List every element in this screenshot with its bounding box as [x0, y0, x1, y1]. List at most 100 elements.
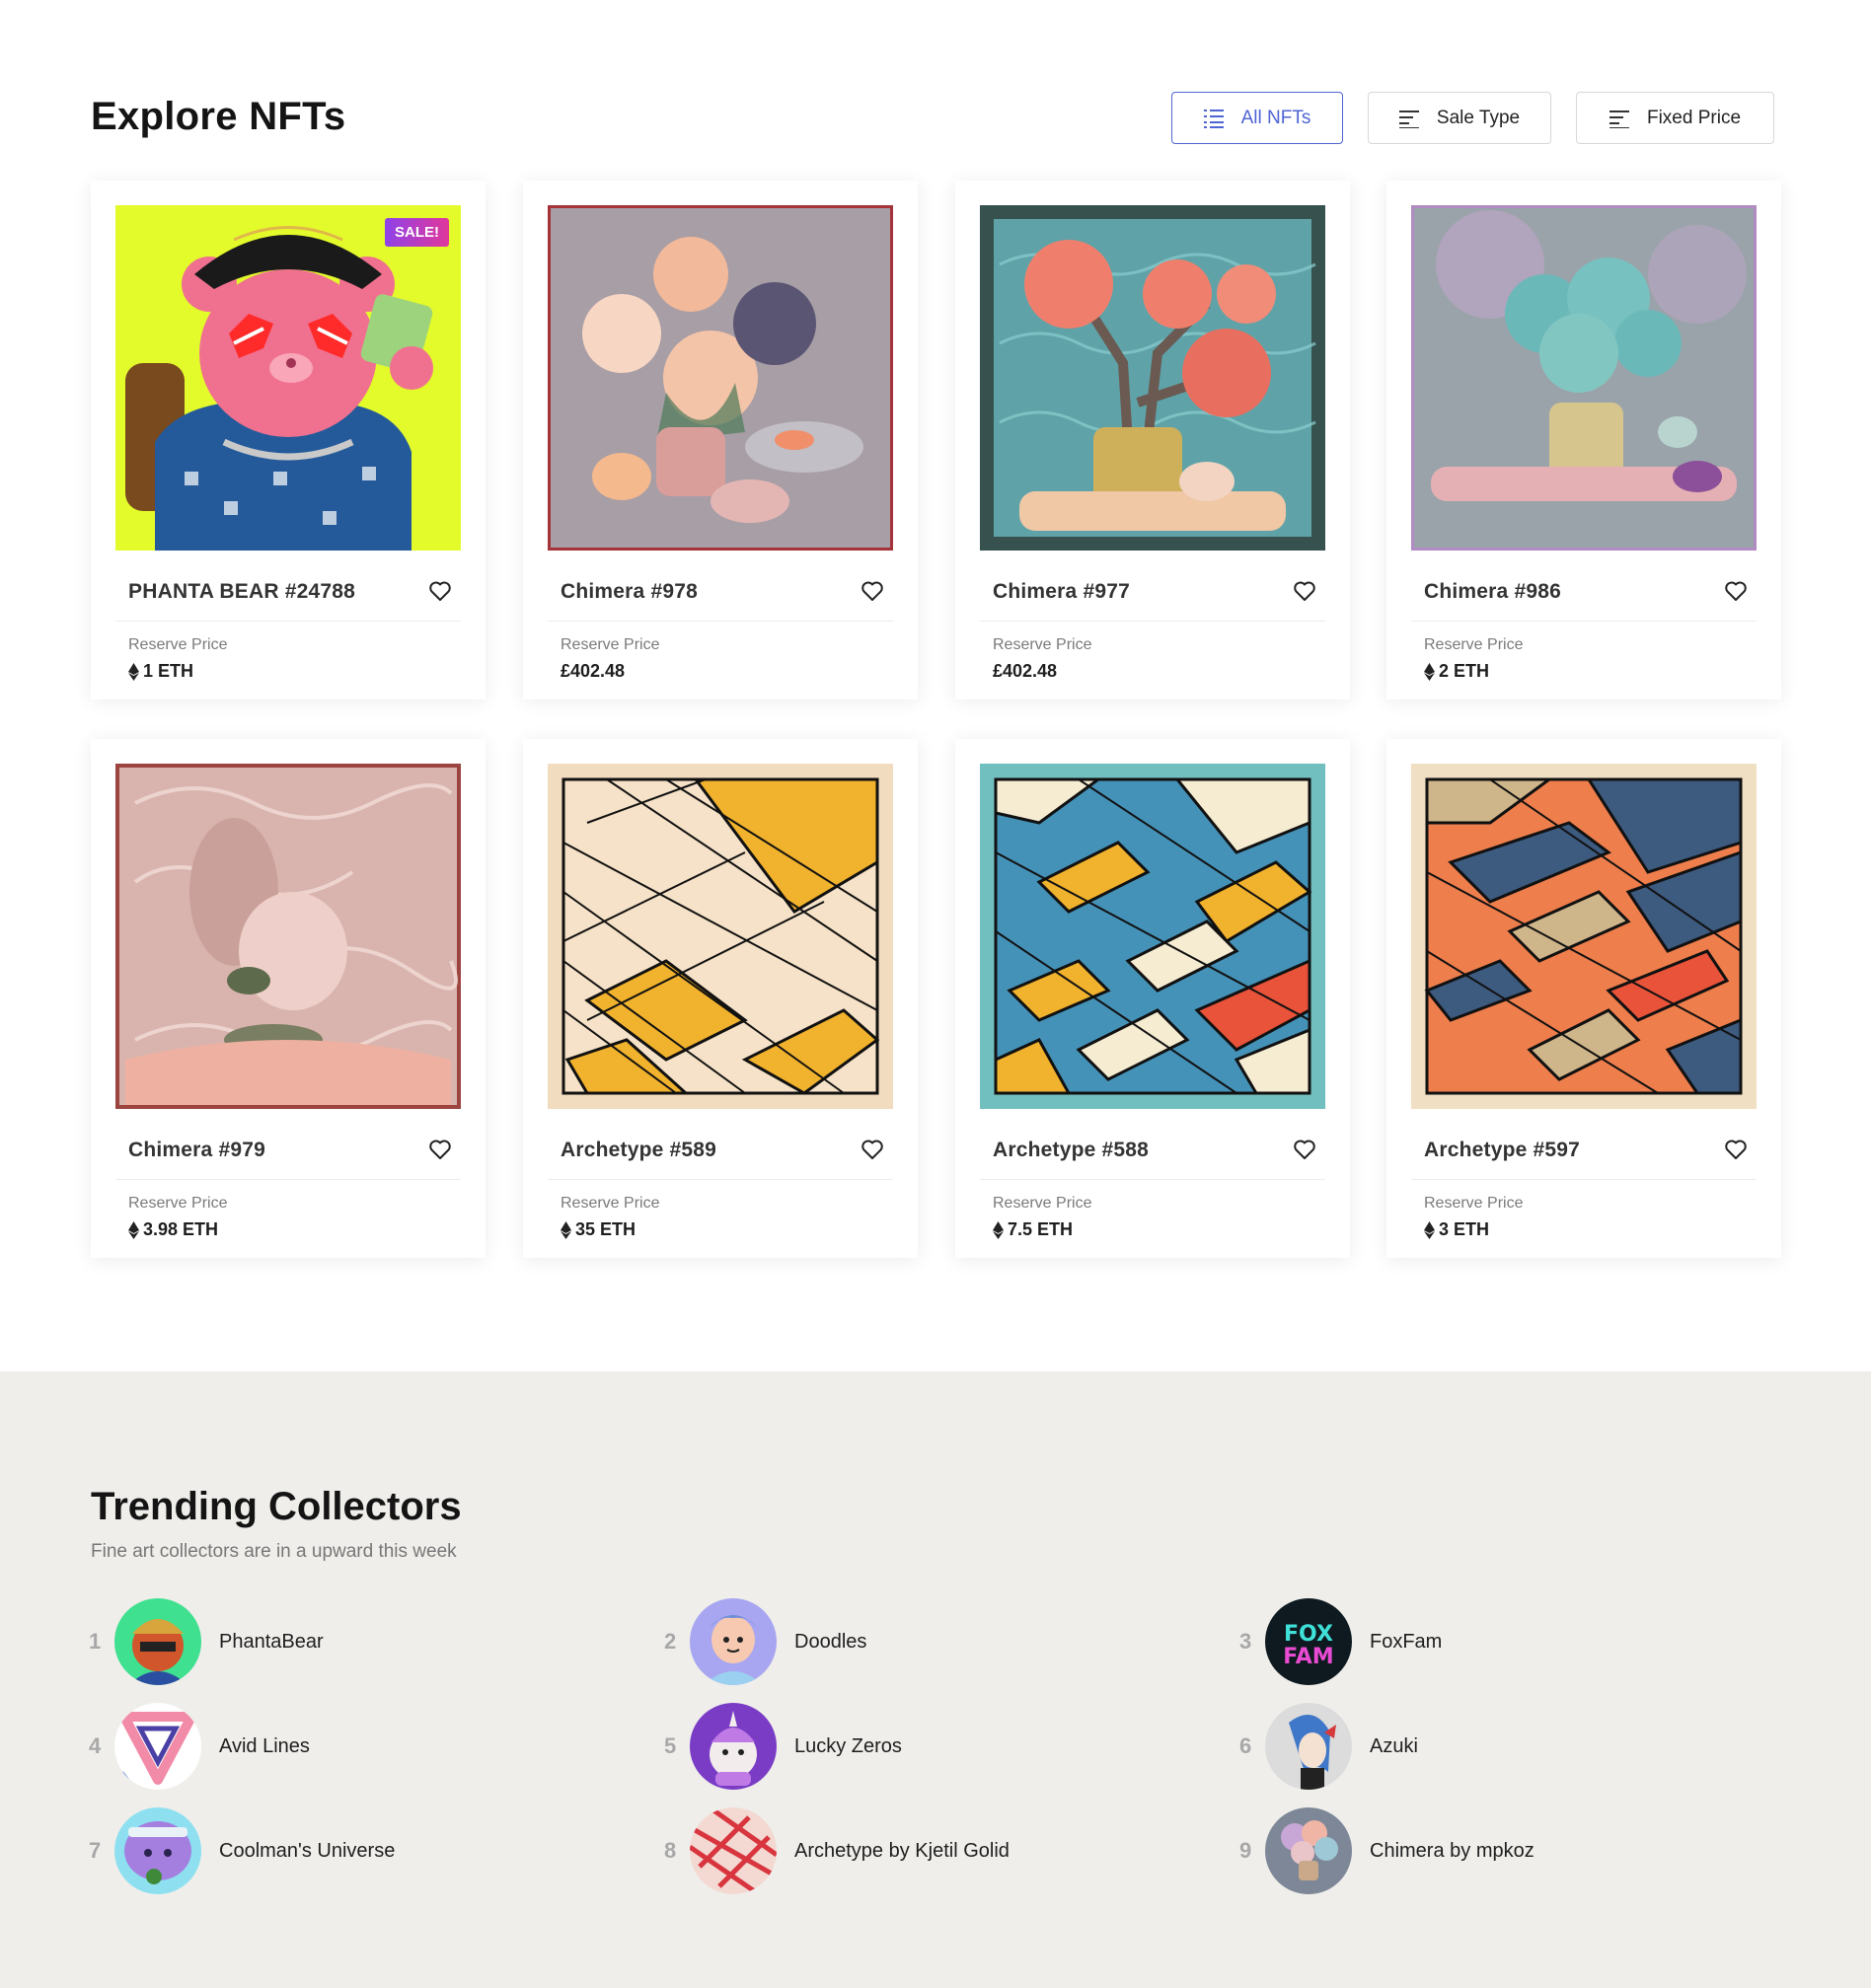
heart-icon[interactable]: [428, 579, 452, 603]
nft-name[interactable]: Chimera #978: [561, 580, 698, 604]
collector-rank: 6: [1239, 1733, 1252, 1758]
heart-icon[interactable]: [428, 1138, 452, 1161]
collector-avatar[interactable]: [114, 1807, 201, 1894]
nft-card[interactable]: Archetype #589 Reserve Price 35 ETH: [523, 739, 918, 1258]
collector-item[interactable]: 6 Azuki: [1239, 1703, 1418, 1790]
reserve-price: 1 ETH: [128, 661, 193, 682]
reserve-price-value: 3 ETH: [1439, 1219, 1490, 1239]
collector-item[interactable]: 8 Archetype by Kjetil Golid: [664, 1807, 1010, 1894]
collector-rank: 3: [1239, 1629, 1252, 1654]
list-icon: [1203, 109, 1226, 128]
nft-image[interactable]: [1411, 205, 1757, 551]
nft-image[interactable]: [548, 764, 893, 1109]
collector-rank: 9: [1239, 1838, 1252, 1863]
collector-rank: 5: [664, 1733, 677, 1758]
collector-avatar[interactable]: [690, 1703, 777, 1790]
nft-name[interactable]: Chimera #986: [1424, 580, 1561, 604]
filter-all-nfts-button[interactable]: All NFTs: [1171, 92, 1343, 144]
reserve-price: 2 ETH: [1424, 661, 1489, 682]
page-title: Explore NFTs: [91, 95, 346, 138]
collector-item[interactable]: 4 Avid Lines: [89, 1703, 310, 1790]
heart-icon[interactable]: [1293, 579, 1316, 603]
collector-name[interactable]: Archetype by Kjetil Golid: [794, 1840, 1010, 1863]
collector-item[interactable]: 5 Lucky Zeros: [664, 1703, 902, 1790]
nft-image[interactable]: [1411, 764, 1757, 1109]
nft-name[interactable]: Chimera #979: [128, 1139, 265, 1162]
ethereum-icon: [1424, 1220, 1435, 1239]
nft-card[interactable]: Chimera #986 Reserve Price 2 ETH: [1386, 181, 1781, 699]
reserve-price-label: Reserve Price: [561, 1195, 660, 1212]
collector-rank: 7: [89, 1838, 102, 1863]
reserve-price-value: 7.5 ETH: [1008, 1219, 1074, 1239]
heart-icon[interactable]: [1724, 1138, 1748, 1161]
nft-image[interactable]: [548, 205, 893, 551]
nft-name[interactable]: Chimera #977: [993, 580, 1130, 604]
collector-name[interactable]: Chimera by mpkoz: [1370, 1840, 1534, 1863]
reserve-price-value: 1 ETH: [143, 661, 194, 681]
svg-text:FAM: FAM: [1283, 1645, 1333, 1669]
reserve-price-label: Reserve Price: [128, 636, 228, 653]
svg-text:FOX: FOX: [1284, 1622, 1333, 1647]
reserve-price-label: Reserve Price: [561, 636, 660, 653]
nft-name[interactable]: Archetype #589: [561, 1139, 716, 1162]
heart-icon[interactable]: [1724, 579, 1748, 603]
collector-name[interactable]: Avid Lines: [219, 1735, 310, 1758]
collector-avatar[interactable]: [1265, 1807, 1352, 1894]
collector-item[interactable]: 9 Chimera by mpkoz: [1239, 1807, 1534, 1894]
nft-card[interactable]: Archetype #588 Reserve Price 7.5 ETH: [955, 739, 1350, 1258]
heart-icon[interactable]: [1293, 1138, 1316, 1161]
card-divider: [1411, 1179, 1757, 1180]
heart-icon[interactable]: [861, 1138, 884, 1161]
filter-fixed-price-button[interactable]: Fixed Price: [1576, 92, 1774, 144]
reserve-price-value: 35 ETH: [575, 1219, 636, 1239]
nft-image[interactable]: [980, 205, 1325, 551]
collector-avatar[interactable]: [114, 1598, 201, 1685]
nft-image[interactable]: [115, 764, 461, 1109]
reserve-price-value: £402.48: [561, 661, 626, 681]
nft-name[interactable]: Archetype #597: [1424, 1139, 1580, 1162]
nft-name[interactable]: PHANTA BEAR #24788: [128, 580, 355, 604]
explore-section: Explore NFTs All NFTs Sale Type Fixed Pr…: [0, 0, 1871, 1371]
collector-name[interactable]: Doodles: [794, 1631, 866, 1654]
heart-icon[interactable]: [861, 579, 884, 603]
collector-avatar[interactable]: [690, 1807, 777, 1894]
collector-item[interactable]: 3 FOX FAM FoxFam: [1239, 1598, 1442, 1685]
reserve-price-label: Reserve Price: [128, 1195, 228, 1212]
nft-image[interactable]: SALE!: [115, 205, 461, 551]
filter-sale-type-button[interactable]: Sale Type: [1368, 92, 1551, 144]
collector-avatar[interactable]: [1265, 1703, 1352, 1790]
filter-fixed-price-label: Fixed Price: [1646, 107, 1742, 128]
reserve-price-value: 2 ETH: [1439, 661, 1490, 681]
collector-avatar[interactable]: [114, 1703, 201, 1790]
collector-item[interactable]: 7 Coolman's Universe: [89, 1807, 395, 1894]
reserve-price: 3.98 ETH: [128, 1219, 218, 1240]
ethereum-icon: [1424, 662, 1435, 681]
nft-card[interactable]: Chimera #977 Reserve Price £402.48: [955, 181, 1350, 699]
card-divider: [115, 1179, 461, 1180]
nft-card[interactable]: Archetype #597 Reserve Price 3 ETH: [1386, 739, 1781, 1258]
reserve-price: 7.5 ETH: [993, 1219, 1073, 1240]
collector-item[interactable]: 2 Doodles: [664, 1598, 866, 1685]
reserve-price-value: 3.98 ETH: [143, 1219, 219, 1239]
nft-card[interactable]: Chimera #978 Reserve Price £402.48: [523, 181, 918, 699]
reserve-price: £402.48: [993, 661, 1057, 682]
collector-name[interactable]: Azuki: [1370, 1735, 1418, 1758]
nft-card[interactable]: SALE! PHANTA BEAR #24788 Reserve Price 1…: [91, 181, 486, 699]
collector-avatar[interactable]: [690, 1598, 777, 1685]
nft-image[interactable]: [980, 764, 1325, 1109]
collector-item[interactable]: 1 PhantaBear: [89, 1598, 324, 1685]
ethereum-icon: [128, 662, 139, 681]
card-divider: [115, 621, 461, 622]
nft-name[interactable]: Archetype #588: [993, 1139, 1149, 1162]
collector-name[interactable]: Lucky Zeros: [794, 1735, 902, 1758]
card-divider: [1411, 621, 1757, 622]
collector-rank: 2: [664, 1629, 677, 1654]
collector-avatar[interactable]: FOX FAM: [1265, 1598, 1352, 1685]
collector-name[interactable]: FoxFam: [1370, 1631, 1442, 1654]
card-divider: [548, 621, 893, 622]
nft-card[interactable]: Chimera #979 Reserve Price 3.98 ETH: [91, 739, 486, 1258]
reserve-price: £402.48: [561, 661, 625, 682]
collector-name[interactable]: PhantaBear: [219, 1631, 324, 1654]
filter-sale-type-label: Sale Type: [1436, 107, 1521, 128]
collector-name[interactable]: Coolman's Universe: [219, 1840, 395, 1863]
